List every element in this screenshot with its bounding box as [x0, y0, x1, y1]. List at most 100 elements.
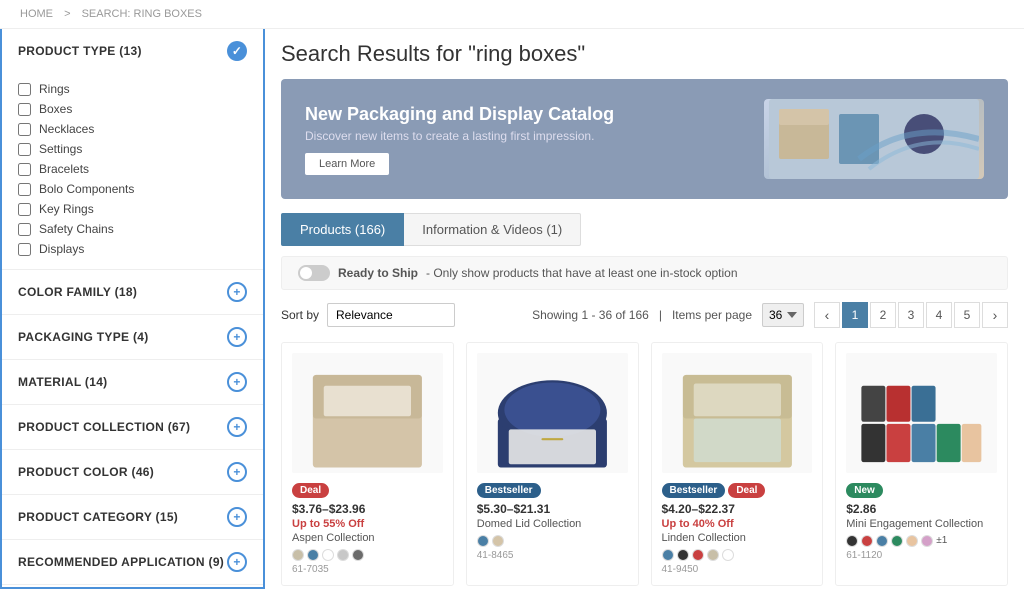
pagination-page-1[interactable]: 1: [842, 302, 868, 328]
pagination-page-2[interactable]: 2: [870, 302, 896, 328]
color-swatch[interactable]: [307, 549, 319, 561]
breadcrumb: HOME > SEARCH: RING BOXES: [0, 0, 1024, 29]
color-swatch[interactable]: [891, 535, 903, 547]
filter-checkbox-label: Rings: [39, 82, 70, 96]
filter-header-packaging-type[interactable]: PACKAGING TYPE (4)+: [2, 315, 263, 359]
filter-checkbox[interactable]: [18, 83, 31, 96]
filter-checkbox-label: Bolo Components: [39, 182, 134, 196]
color-swatch[interactable]: [906, 535, 918, 547]
filter-checkbox[interactable]: [18, 223, 31, 236]
product-sku: 61-1120: [846, 550, 997, 561]
filter-checkbox-item[interactable]: Bracelets: [18, 159, 247, 179]
filter-checkbox-item[interactable]: Necklaces: [18, 119, 247, 139]
color-swatch[interactable]: [662, 549, 674, 561]
filter-label-product-collection: PRODUCT COLLECTION (67): [18, 420, 190, 434]
filter-header-product-type[interactable]: PRODUCT TYPE (13)✓: [2, 29, 263, 73]
filter-header-product-collection[interactable]: PRODUCT COLLECTION (67)+: [2, 405, 263, 449]
filter-body-product-type: Rings Boxes Necklaces Settings Bracelets Bolo…: [2, 73, 263, 269]
sort-select[interactable]: RelevancePrice: Low to HighPrice: High t…: [327, 303, 455, 327]
filter-checkbox-item[interactable]: Safety Chains: [18, 219, 247, 239]
filter-expand-icon: +: [227, 372, 247, 392]
filter-section-product-category: PRODUCT CATEGORY (15)+: [2, 495, 263, 540]
product-card[interactable]: New$2.86Mini Engagement Collection±161-1…: [835, 342, 1008, 586]
pagination-prev-button[interactable]: ‹: [814, 302, 840, 328]
color-swatch[interactable]: [861, 535, 873, 547]
pagination-showing: Showing 1 - 36 of 166: [532, 308, 649, 322]
tab-1[interactable]: Information & Videos (1): [404, 213, 581, 246]
color-swatch[interactable]: [707, 549, 719, 561]
items-per-page-select[interactable]: 36: [762, 303, 804, 327]
breadcrumb-home[interactable]: HOME: [20, 8, 53, 20]
promo-banner: New Packaging and Display Catalog Discov…: [281, 79, 1008, 199]
color-swatch[interactable]: [846, 535, 858, 547]
filter-section-packaging-type: PACKAGING TYPE (4)+: [2, 315, 263, 360]
badge-row: New: [846, 481, 997, 498]
filter-header-recommended-application[interactable]: RECOMMENDED APPLICATION (9)+: [2, 540, 263, 584]
banner-subtext: Discover new items to create a lasting f…: [305, 129, 614, 143]
filter-checkbox[interactable]: [18, 103, 31, 116]
filter-checkbox[interactable]: [18, 183, 31, 196]
filter-checkbox-item[interactable]: Boxes: [18, 99, 247, 119]
product-name: Mini Engagement Collection: [846, 518, 997, 530]
pagination-page-5[interactable]: 5: [954, 302, 980, 328]
filter-header-outer-packaging-color[interactable]: OUTER PACKAGING COLOR (6)+: [2, 585, 263, 589]
filter-header-material[interactable]: MATERIAL (14)+: [2, 360, 263, 404]
color-swatch[interactable]: [477, 535, 489, 547]
filter-section-color-family: COLOR FAMILY (18)+: [2, 270, 263, 315]
filter-checkbox-item[interactable]: Displays: [18, 239, 247, 259]
filter-checkbox-item[interactable]: Key Rings: [18, 199, 247, 219]
product-badge: Bestseller: [662, 483, 726, 498]
filter-checkbox-item[interactable]: Bolo Components: [18, 179, 247, 199]
color-swatch[interactable]: [492, 535, 504, 547]
banner-learn-more-button[interactable]: Learn More: [305, 153, 389, 175]
color-swatch[interactable]: [352, 549, 364, 561]
filter-label-product-color: PRODUCT COLOR (46): [18, 465, 154, 479]
filter-checkbox[interactable]: [18, 203, 31, 216]
banner-image: [769, 99, 979, 179]
color-swatch[interactable]: [322, 549, 334, 561]
items-per-page-label: Items per page: [672, 308, 752, 322]
filter-checkbox-item[interactable]: Rings: [18, 79, 247, 99]
filter-label-product-type: PRODUCT TYPE (13): [18, 44, 142, 58]
filter-header-product-color[interactable]: PRODUCT COLOR (46)+: [2, 450, 263, 494]
pagination-page-3[interactable]: 3: [898, 302, 924, 328]
filter-checkbox[interactable]: [18, 143, 31, 156]
product-card[interactable]: Deal$3.76–$23.96Up to 55% OffAspen Colle…: [281, 342, 454, 586]
filter-checkbox[interactable]: [18, 123, 31, 136]
search-query: "ring boxes": [468, 41, 585, 66]
sort-row: Sort by RelevancePrice: Low to HighPrice…: [281, 302, 1008, 328]
color-swatch[interactable]: [692, 549, 704, 561]
color-swatch[interactable]: [677, 549, 689, 561]
filter-checkbox-label: Bracelets: [39, 162, 89, 176]
pagination-next-button[interactable]: ›: [982, 302, 1008, 328]
filter-checkbox[interactable]: [18, 163, 31, 176]
product-card[interactable]: Bestseller$5.30–$21.31Domed Lid Collecti…: [466, 342, 639, 586]
ready-to-ship-toggle[interactable]: [298, 265, 330, 281]
color-swatch[interactable]: [337, 549, 349, 561]
filter-header-product-category[interactable]: PRODUCT CATEGORY (15)+: [2, 495, 263, 539]
product-badge: Bestseller: [477, 483, 541, 498]
filter-header-color-family[interactable]: COLOR FAMILY (18)+: [2, 270, 263, 314]
product-discount: Up to 55% Off: [292, 518, 443, 530]
color-swatch[interactable]: [876, 535, 888, 547]
filter-expand-icon: +: [227, 552, 247, 572]
product-image: [292, 353, 443, 473]
pagination-page-4[interactable]: 4: [926, 302, 952, 328]
product-grid: Deal$3.76–$23.96Up to 55% OffAspen Colle…: [281, 342, 1008, 586]
swatch-extra: ±1: [936, 535, 947, 547]
filter-checkbox-label: Necklaces: [39, 122, 94, 136]
product-image: [477, 353, 628, 473]
color-swatch[interactable]: [292, 549, 304, 561]
product-sku: 41-9450: [662, 564, 813, 575]
tab-0[interactable]: Products (166): [281, 213, 404, 246]
badge-row: Bestseller: [477, 481, 628, 498]
filter-label-packaging-type: PACKAGING TYPE (4): [18, 330, 149, 344]
filter-checkbox[interactable]: [18, 243, 31, 256]
ready-to-ship-description: - Only show products that have at least …: [426, 266, 738, 280]
color-swatch[interactable]: [921, 535, 933, 547]
filter-section-product-type: PRODUCT TYPE (13)✓ Rings Boxes Necklaces Set…: [2, 29, 263, 270]
sidebar: PRODUCT TYPE (13)✓ Rings Boxes Necklaces Set…: [0, 29, 265, 589]
color-swatch[interactable]: [722, 549, 734, 561]
filter-checkbox-item[interactable]: Settings: [18, 139, 247, 159]
product-card[interactable]: BestsellerDeal$4.20–$22.37Up to 40% OffL…: [651, 342, 824, 586]
